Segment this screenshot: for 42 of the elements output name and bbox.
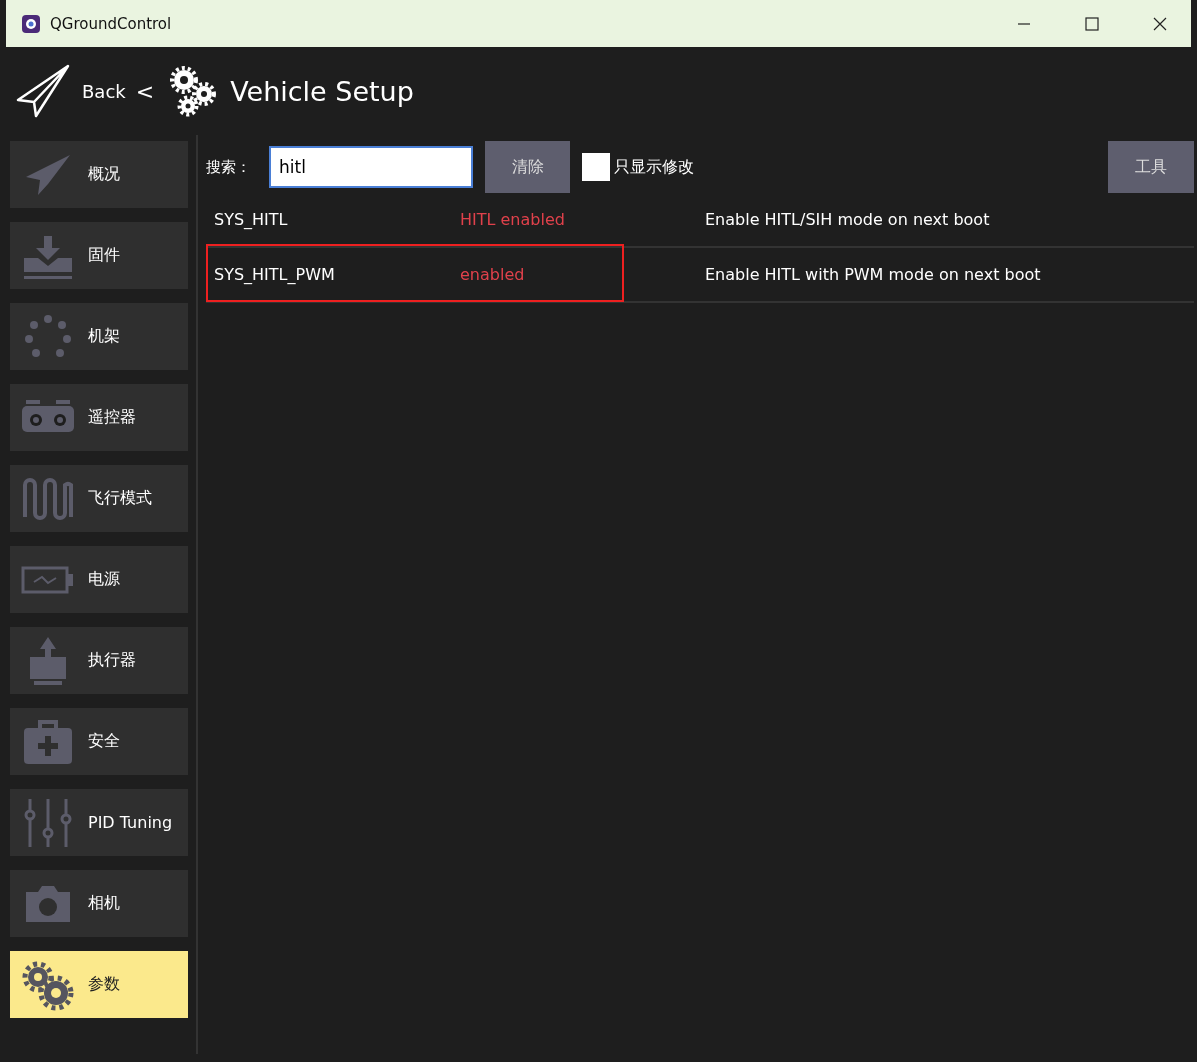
- sidebar-label: 固件: [88, 245, 120, 266]
- sidebar-item[interactable]: 概况: [10, 141, 188, 208]
- sidebar-item[interactable]: 固件: [10, 222, 188, 289]
- parameter-description: Enable HITL/SIH mode on next boot: [705, 210, 990, 229]
- sidebar-label: 参数: [88, 974, 120, 995]
- sidebar-item[interactable]: 相机: [10, 870, 188, 937]
- sidebar-label: 概况: [88, 164, 120, 185]
- sidebar-item[interactable]: PID Tuning: [10, 789, 188, 856]
- checkbox[interactable]: [582, 153, 610, 181]
- close-icon[interactable]: [1153, 16, 1167, 31]
- sidebar-label: 相机: [88, 893, 120, 914]
- sidebar-label: 执行器: [88, 650, 136, 671]
- sidebar-label: PID Tuning: [88, 813, 173, 832]
- parameter-name: SYS_HITL: [214, 210, 289, 229]
- sidebar-item[interactable]: 参数: [10, 951, 188, 1018]
- tools-button[interactable]: 工具: [1108, 141, 1194, 193]
- maximize-icon[interactable]: [1085, 16, 1099, 31]
- sidebar-item[interactable]: 遥控器: [10, 384, 188, 451]
- sidebar-item[interactable]: 执行器: [10, 627, 188, 694]
- parameter-description: Enable HITL with PWM mode on next boot: [705, 265, 1041, 284]
- sidebar-label: 遥控器: [88, 407, 136, 428]
- page-title: Vehicle Setup: [230, 75, 414, 107]
- sidebar-label: 机架: [88, 326, 120, 347]
- parameter-value[interactable]: enabled: [460, 265, 705, 284]
- window-title: QGroundControl: [50, 14, 172, 33]
- parameter-value[interactable]: HITL enabled: [460, 210, 705, 229]
- sidebar-label: 飞行模式: [88, 488, 152, 509]
- sidebar-item[interactable]: 飞行模式: [10, 465, 188, 532]
- sidebar-label: 安全: [88, 731, 120, 752]
- sidebar-item[interactable]: 机架: [10, 303, 188, 370]
- clear-button[interactable]: 清除: [485, 141, 570, 193]
- sidebar-item[interactable]: 安全: [10, 708, 188, 775]
- checkbox-label: 只显示修改: [614, 156, 694, 178]
- paper-plane-icon[interactable]: [16, 64, 70, 118]
- back-link[interactable]: Back: [82, 80, 126, 102]
- parameter-name: SYS_HITL_PWM: [214, 265, 336, 284]
- sidebar-item[interactable]: 电源: [10, 546, 188, 613]
- breadcrumb-separator: <: [135, 78, 155, 104]
- app-icon: [22, 14, 40, 33]
- sidebar-label: 电源: [88, 569, 120, 590]
- search-label: 搜索：: [206, 157, 251, 177]
- search-field[interactable]: hitl: [269, 146, 473, 188]
